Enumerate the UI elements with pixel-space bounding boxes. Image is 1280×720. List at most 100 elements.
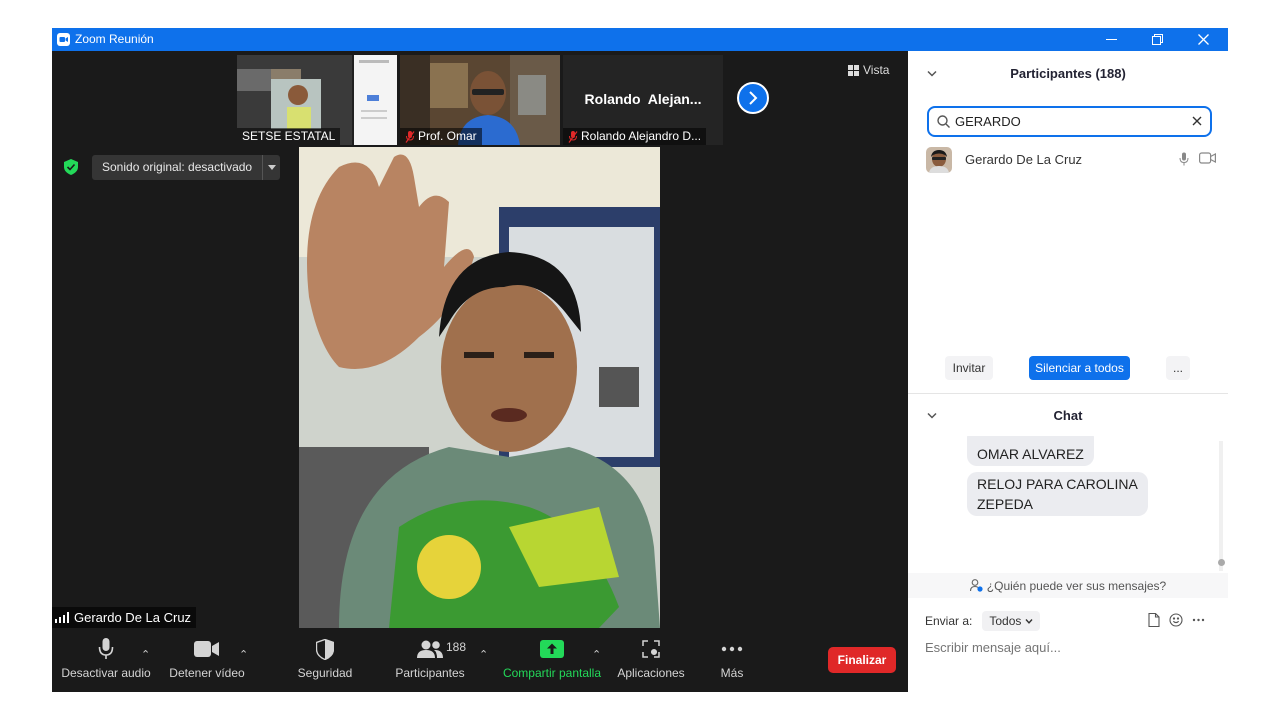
restore-icon [1151,34,1163,45]
participant-row[interactable]: Gerardo De La Cruz [926,146,1216,173]
audio-options-caret[interactable]: ⌃ [141,648,150,661]
chat-message-line: ZEPEDA [977,496,1034,512]
speaker-name-label: Gerardo De La Cruz [52,607,197,628]
send-to-value: Todos [989,614,1022,628]
chevron-right-icon [749,91,758,105]
share-options-caret[interactable]: ⌃ [592,648,601,661]
stop-video-button[interactable]: Detener vídeo [166,632,248,692]
zoom-window: Zoom Reunión SETSE ESTATAL Prof. Omar Ro… [52,28,1228,692]
close-icon [1197,34,1209,45]
signal-strength-icon [55,612,69,623]
mute-all-button[interactable]: Silenciar a todos [1029,356,1130,380]
search-icon [937,115,950,128]
video-camera-icon [194,641,219,657]
original-sound-dropdown[interactable] [262,155,280,180]
microphone-icon [98,638,114,659]
view-button[interactable]: Vista [848,63,889,77]
thumbnail-setse-estatal[interactable]: SETSE ESTATAL [237,55,397,145]
view-label: Vista [863,63,890,77]
participants-count-badge: 188 [446,640,467,654]
minimize-icon [1105,38,1117,40]
participants-icon [417,640,443,658]
send-to-label: Enviar a: [925,614,973,628]
close-button[interactable] [1180,28,1226,51]
thumbnail-label: Prof. Omar [400,128,482,145]
participant-avatar [926,146,952,173]
meeting-toolbar: Desactivar audio ⌃ Detener vídeo ⌃ Segur… [52,632,908,692]
restore-button[interactable] [1134,28,1180,51]
speaker-video-frame [299,147,660,628]
video-options-caret[interactable]: ⌃ [239,648,248,661]
more-label: Más [720,666,744,680]
title-bar: Zoom Reunión [52,28,1228,51]
thumbnail-rolando[interactable]: Rolando Alejan... Rolando Alejandro D... [563,55,723,145]
chevron-down-icon [1025,618,1033,624]
mute-audio-label: Desactivar audio [61,666,151,680]
stop-video-label: Detener vídeo [169,666,245,680]
grid-icon [848,64,859,76]
muted-mic-icon [568,130,578,143]
next-page-button[interactable] [737,82,769,114]
minimize-button[interactable] [1088,28,1134,51]
chat-message-input[interactable] [925,640,1215,655]
chat-scrollbar-track[interactable] [1219,441,1223,571]
share-screen-label: Compartir pantalla [502,666,602,680]
panel-divider [908,393,1228,394]
avatar-image [926,146,952,173]
muted-mic-icon [405,130,415,143]
who-can-see-messages[interactable]: ¿Quién puede ver sus mensajes? [908,573,1228,598]
apps-button[interactable]: Aplicaciones [614,632,688,692]
who-can-see-text: ¿Quién puede ver sus mensajes? [986,578,1167,593]
encryption-shield-icon [64,159,78,175]
thumbnail-label: SETSE ESTATAL [237,128,341,145]
more-dots-icon[interactable] [1192,618,1205,622]
chat-message: RELOJ PARA CAROLINA ZEPEDA [967,472,1148,516]
more-dots-icon [721,646,743,652]
participant-name: Gerardo De La Cruz [965,152,1083,167]
share-screen-icon [540,640,564,658]
share-screen-button[interactable]: Compartir pantalla [498,632,606,692]
participant-search-input[interactable] [955,114,1195,129]
participants-options-caret[interactable]: ⌃ [479,648,488,661]
thumbnail-prof-omar[interactable]: Prof. Omar [400,55,560,145]
security-label: Seguridad [297,666,353,680]
speaker-name: Gerardo De La Cruz [74,610,192,625]
apps-label: Aplicaciones [617,666,685,680]
chat-message-line: RELOJ PARA CAROLINA [977,476,1138,492]
mute-audio-button[interactable]: Desactivar audio [61,632,151,692]
participant-status-icons [1179,152,1216,166]
more-button[interactable]: Más [708,632,756,692]
video-area: SETSE ESTATAL Prof. Omar Rolando Alejan.… [52,51,908,692]
invite-button[interactable]: Invitar [945,356,993,380]
zoom-logo-icon [57,33,70,46]
chat-scrollbar-thumb[interactable] [1218,559,1225,566]
participants-title: Participantes (188) [1010,66,1126,81]
send-to-row: Enviar a: Todos [925,611,1041,631]
user-privacy-icon [969,579,983,592]
caret-down-icon [267,165,276,170]
chat-message: OMAR ALVAREZ [967,436,1094,466]
end-meeting-button[interactable]: Finalizar [828,647,896,673]
apps-icon [642,640,660,658]
chat-message-text: OMAR ALVAREZ [977,446,1084,462]
thumbnail-name: Prof. Omar [418,129,477,143]
original-sound-label: Sonido original: desactivado [102,160,253,174]
emoji-icon[interactable] [1169,613,1183,627]
participant-search-box [927,106,1212,137]
chat-actions [1148,613,1205,627]
send-to-select[interactable]: Todos [982,611,1041,631]
security-button[interactable]: Seguridad [292,632,358,692]
microphone-icon [1179,152,1189,166]
security-shield-icon [316,638,334,660]
chat-title: Chat [1053,408,1083,423]
chat-messages: OMAR ALVAREZ RELOJ PARA CAROLINA ZEPEDA [908,436,1218,571]
file-icon[interactable] [1148,613,1160,627]
original-sound-toggle[interactable]: Sonido original: desactivado [92,155,281,180]
side-panel: Participantes (188) Gerardo De La Cruz [908,51,1228,692]
active-speaker-video [299,147,660,628]
thumbnail-heading: Rolando Alejan... [584,91,702,107]
thumbnail-name: SETSE ESTATAL [242,129,336,143]
clear-search-icon[interactable] [1190,114,1204,128]
participants-more-button[interactable]: ... [1166,356,1190,380]
participants-label: Participantes [395,666,465,680]
